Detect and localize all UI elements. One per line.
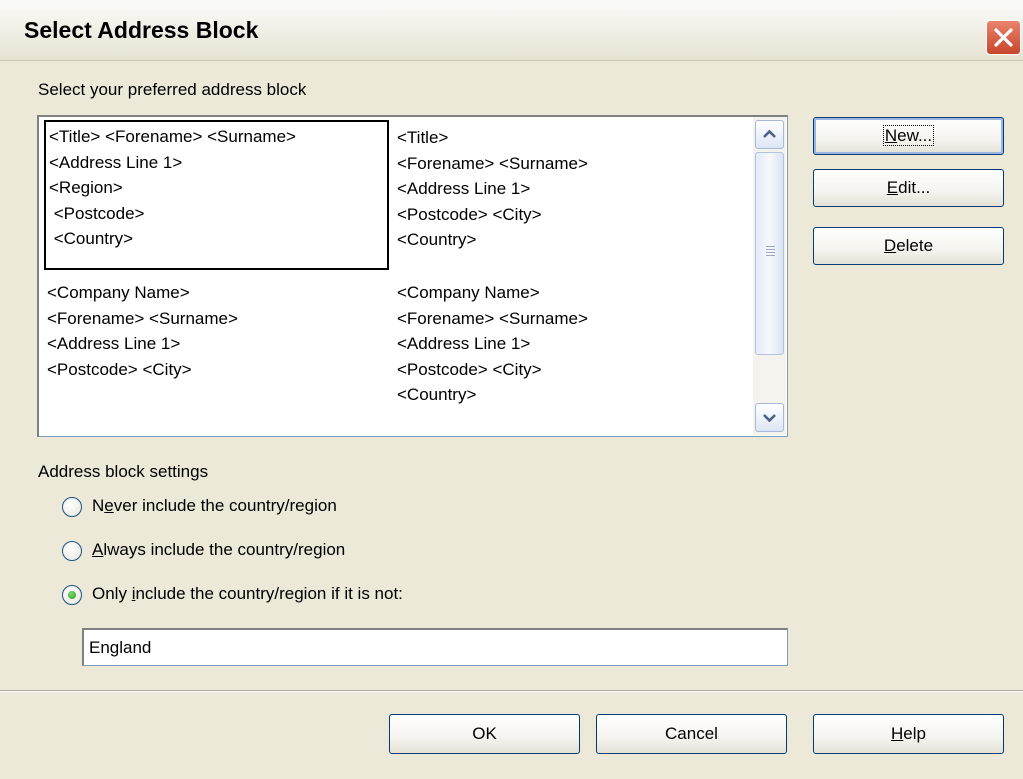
grip-line (766, 255, 775, 256)
grip-line (766, 252, 775, 253)
address-line: <Postcode> (49, 203, 145, 223)
close-icon (994, 28, 1013, 47)
cancel-button-label: Cancel (665, 724, 718, 743)
label-part: dit... (898, 178, 931, 197)
label-part: lways include the country/region (103, 540, 346, 559)
close-button[interactable] (986, 20, 1021, 55)
new-button-label: New... (814, 125, 1003, 146)
address-line: <Postcode> <City> (397, 359, 542, 379)
country-input[interactable]: England (82, 628, 788, 666)
delete-button[interactable]: Delete (813, 227, 1004, 265)
delete-button-label: Delete (814, 236, 1003, 256)
radio-dot (68, 591, 76, 599)
help-button-label: Help (814, 724, 1003, 744)
label-part: Only (92, 584, 132, 603)
label-part: elp (903, 724, 926, 743)
help-button[interactable]: Help (813, 714, 1004, 754)
address-block-option[interactable]: <Company Name> <Forename> <Surname> <Add… (397, 280, 588, 408)
address-line: <Forename> <Surname> (47, 308, 238, 328)
dialog-title: Select Address Block (24, 17, 259, 43)
address-line: <Title> <Forename> <Surname> (49, 127, 296, 146)
address-block-option[interactable]: <Title> <Forename> <Surname> <Address Li… (397, 125, 588, 253)
address-block-option[interactable]: <Title> <Forename> <Surname> <Address Li… (44, 120, 389, 270)
address-line: <Country> (397, 385, 477, 404)
edit-button-label: Edit... (814, 178, 1003, 198)
scroll-up-button[interactable] (755, 120, 784, 149)
ok-button[interactable]: OK (389, 714, 580, 754)
footer-divider (0, 690, 1023, 692)
radio-label: Always include the country/region (92, 540, 345, 560)
radio-always-include[interactable]: Always include the country/region (62, 538, 482, 564)
radio-never-include[interactable]: Never include the country/region (62, 494, 482, 520)
settings-label: Address block settings (38, 462, 209, 481)
edit-button[interactable]: Edit... (813, 169, 1004, 207)
address-line: <Country> (397, 230, 477, 249)
address-line: <Postcode> <City> (397, 204, 542, 224)
new-button[interactable]: New... (813, 117, 1004, 155)
label-part: elete (896, 236, 934, 255)
grip-line (766, 246, 775, 247)
address-line: <Address Line 1> (397, 179, 531, 198)
radio-label: Never include the country/region (92, 496, 337, 516)
address-list-label: Select your preferred address block (38, 80, 307, 99)
address-line: <Address Line 1> (49, 152, 183, 172)
scroll-thumb[interactable] (755, 152, 784, 355)
label-part: ew... (897, 126, 933, 145)
address-line: <Forename> <Surname> (397, 153, 588, 173)
address-block-option[interactable]: <Company Name> <Forename> <Surname> <Add… (47, 280, 238, 382)
address-line: <Region> (49, 178, 123, 197)
radio-button[interactable] (62, 497, 82, 517)
address-line: <Company Name> (47, 283, 190, 302)
label-part: ver include the country/region (113, 496, 337, 515)
address-line: <Company Name> (397, 283, 540, 302)
access-key: e (104, 496, 114, 515)
address-line: <Title> (397, 128, 449, 147)
radio-only-include-if-not[interactable]: Only include the country/region if it is… (62, 582, 542, 608)
radio-button[interactable] (62, 541, 82, 561)
access-key: D (883, 236, 897, 255)
scroll-down-button[interactable] (755, 403, 784, 432)
address-line: <Country> (49, 229, 134, 248)
access-key: H (891, 724, 904, 743)
cancel-button[interactable]: Cancel (596, 714, 787, 754)
label-part: N (92, 496, 105, 515)
radio-button-checked[interactable] (62, 585, 82, 605)
address-line: <Address Line 1> (397, 334, 531, 353)
grip-line (766, 249, 775, 250)
address-block-list[interactable]: <Title> <Forename> <Surname> <Address Li… (37, 115, 788, 437)
vertical-scrollbar[interactable] (753, 117, 786, 435)
radio-label: Only include the country/region if it is… (92, 584, 403, 604)
title-bar: Select Address Block (0, 0, 1023, 61)
address-line: <Forename> <Surname> (397, 308, 588, 328)
select-address-block-dialog: Select Address Block Select your preferr… (0, 0, 1023, 779)
ok-button-label: OK (472, 724, 497, 743)
address-line: <Postcode> <City> (47, 359, 192, 379)
address-line: <Address Line 1> (47, 334, 181, 353)
chevron-up-icon (763, 129, 776, 138)
access-key: E (886, 178, 899, 197)
label-part: nclude the country/region if it is not: (135, 584, 403, 603)
chevron-down-icon (763, 414, 776, 423)
access-key: A (92, 540, 104, 559)
access-key: N (884, 126, 898, 145)
